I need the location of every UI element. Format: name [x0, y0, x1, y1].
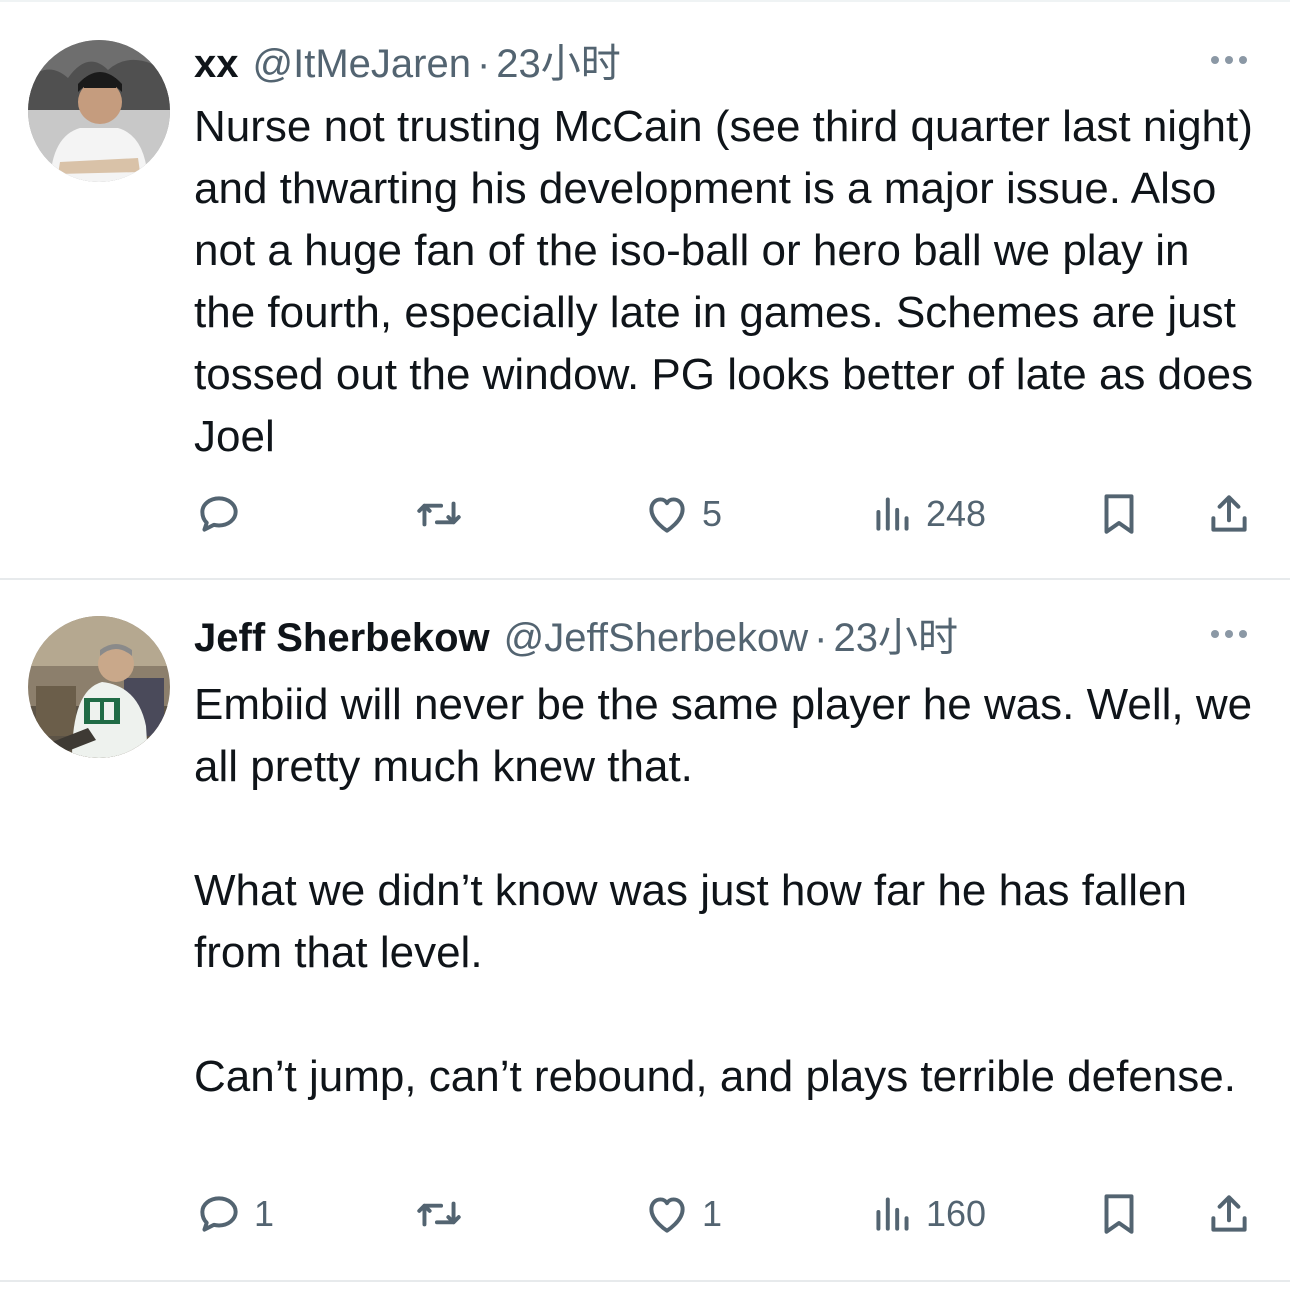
tweet-paragraph: Can’t jump, can’t rebound, and plays ter… — [194, 1052, 1236, 1101]
heart-icon — [642, 489, 692, 539]
like-count: 5 — [702, 493, 723, 534]
user-handle[interactable]: @JeffSherbekow — [504, 614, 808, 662]
bookmark-button[interactable] — [1094, 1186, 1144, 1242]
view-count: 248 — [926, 493, 987, 534]
retweet-icon — [412, 489, 466, 539]
share-upload-icon — [1204, 1189, 1254, 1239]
separator-dot: · — [814, 616, 828, 660]
tweet-paragraph: Embiid will never be the same player he … — [194, 680, 1253, 791]
tweet-paragraph: What we didn’t know was just how far he … — [194, 866, 1187, 977]
more-horizontal-icon — [1211, 56, 1219, 64]
tweet-text: Nurse not trusting McCain (see third qua… — [194, 96, 1260, 468]
reply-button[interactable] — [194, 486, 254, 542]
avatar[interactable] — [28, 616, 170, 758]
more-options-button[interactable] — [1204, 614, 1254, 654]
more-dot — [1239, 56, 1247, 64]
bookmark-button[interactable] — [1094, 486, 1144, 542]
share-upload-icon — [1204, 489, 1254, 539]
retweet-icon — [412, 1189, 466, 1239]
display-name[interactable]: xx — [194, 40, 239, 88]
analytics-bars-icon — [870, 489, 916, 539]
analytics-bars-icon — [870, 1189, 916, 1239]
view-count: 160 — [926, 1193, 987, 1234]
tweet-header: xx @ItMeJaren · 23小时 — [194, 34, 1254, 94]
retweet-button[interactable] — [412, 1186, 476, 1242]
retweet-button[interactable] — [412, 486, 476, 542]
views-button[interactable]: 160 — [870, 1186, 986, 1242]
avatar[interactable] — [28, 40, 170, 182]
like-button[interactable]: 5 — [642, 486, 722, 542]
reply-count: 1 — [254, 1193, 275, 1234]
tweet-paragraph: Nurse not trusting McCain (see third qua… — [194, 102, 1254, 461]
user-handle[interactable]: @ItMeJaren — [253, 40, 471, 88]
tweet-divider — [0, 1280, 1290, 1282]
share-button[interactable] — [1204, 1186, 1254, 1242]
bookmark-icon — [1094, 1189, 1144, 1239]
reply-bubble-icon — [194, 489, 244, 539]
like-count: 1 — [702, 1193, 723, 1234]
more-horizontal-icon — [1211, 630, 1219, 638]
more-dot — [1225, 630, 1233, 638]
share-button[interactable] — [1204, 486, 1254, 542]
separator-dot: · — [476, 42, 491, 86]
reply-feed: xx @ItMeJaren · 23小时 Nurse not trusting … — [0, 0, 1290, 1289]
tweet-item[interactable]: xx @ItMeJaren · 23小时 Nurse not trusting … — [0, 2, 1290, 578]
timestamp[interactable]: 23小时 — [833, 614, 958, 662]
timestamp[interactable]: 23小时 — [496, 40, 621, 88]
reply-bubble-icon — [194, 1189, 244, 1239]
views-button[interactable]: 248 — [870, 486, 986, 542]
bookmark-icon — [1094, 489, 1144, 539]
like-button[interactable]: 1 — [642, 1186, 722, 1242]
display-name[interactable]: Jeff Sherbekow — [194, 614, 490, 662]
tweet-header: Jeff Sherbekow @JeffSherbekow · 23小时 — [194, 608, 1254, 668]
more-dot — [1225, 56, 1233, 64]
more-dot — [1239, 630, 1247, 638]
tweet-actions: 5 248 — [194, 486, 1264, 542]
heart-icon — [642, 1189, 692, 1239]
tweet-item[interactable]: Jeff Sherbekow @JeffSherbekow · 23小时 Emb… — [0, 580, 1290, 1280]
tweet-text: Embiid will never be the same player he … — [194, 674, 1260, 1108]
tweet-actions: 1 1 160 — [194, 1186, 1264, 1242]
more-options-button[interactable] — [1204, 40, 1254, 80]
reply-button[interactable]: 1 — [194, 1186, 274, 1242]
